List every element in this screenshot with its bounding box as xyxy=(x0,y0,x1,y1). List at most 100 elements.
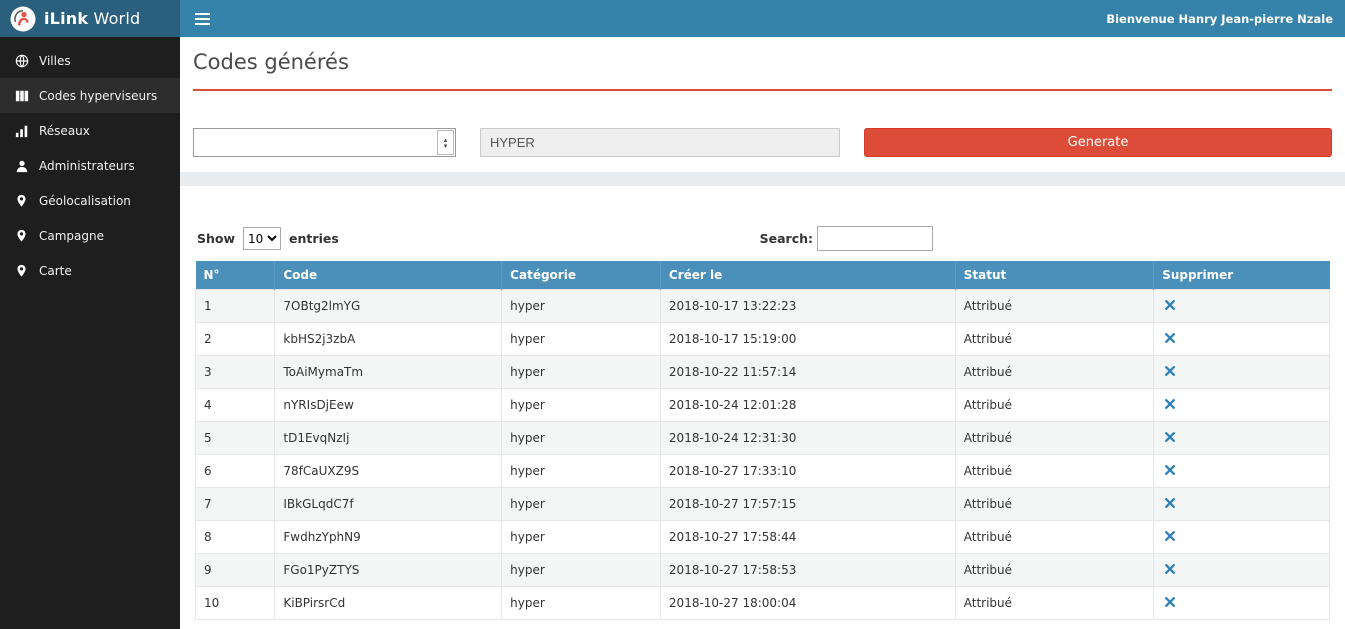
sidebar-item-label: Villes xyxy=(39,54,71,68)
cell-created: 2018-10-17 13:22:23 xyxy=(660,290,955,323)
delete-icon[interactable] xyxy=(1162,397,1178,413)
page-size-control: Show 10 entries xyxy=(197,227,339,250)
map-marker-icon xyxy=(14,194,29,207)
search-label: Search: xyxy=(760,231,813,246)
cell-num: 5 xyxy=(196,422,275,455)
cell-status: Attribué xyxy=(955,422,1153,455)
cell-delete xyxy=(1154,422,1330,455)
cell-delete xyxy=(1154,323,1330,356)
delete-icon[interactable] xyxy=(1162,430,1178,446)
delete-icon[interactable] xyxy=(1162,562,1178,578)
hamburger-menu-icon[interactable] xyxy=(180,0,225,37)
sidebar-item-label: Réseaux xyxy=(39,124,90,138)
map-marker-icon xyxy=(14,264,29,277)
cell-category: hyper xyxy=(502,422,661,455)
table-row: 10KiBPirsrCdhyper2018-10-27 18:00:04Attr… xyxy=(196,587,1330,620)
cell-category: hyper xyxy=(502,389,661,422)
cell-code: FwdhzYphN9 xyxy=(275,521,502,554)
cell-code: 7OBtg2lmYG xyxy=(275,290,502,323)
cell-status: Attribué xyxy=(955,587,1153,620)
cell-created: 2018-10-27 17:58:53 xyxy=(660,554,955,587)
delete-icon[interactable] xyxy=(1162,529,1178,545)
delete-icon[interactable] xyxy=(1162,463,1178,479)
cell-code: tD1EvqNzIj xyxy=(275,422,502,455)
cell-category: hyper xyxy=(502,323,661,356)
cell-code: kbHS2j3zbA xyxy=(275,323,502,356)
signal-icon xyxy=(14,124,29,138)
sidebar-item-campagne[interactable]: Campagne xyxy=(0,218,180,253)
sidebar-item-geolocalisation[interactable]: Géolocalisation xyxy=(0,183,180,218)
sidebar-item-label: Codes hyperviseurs xyxy=(39,89,157,103)
cell-delete xyxy=(1154,587,1330,620)
cell-code: IBkGLqdC7f xyxy=(275,488,502,521)
quantity-input[interactable] xyxy=(194,129,436,156)
table-row: 4nYRIsDjEewhyper2018-10-24 12:01:28Attri… xyxy=(196,389,1330,422)
sidebar-item-label: Administrateurs xyxy=(39,159,135,173)
delete-icon[interactable] xyxy=(1162,298,1178,314)
page-size-select[interactable]: 10 xyxy=(243,227,281,250)
table-row: 5tD1EvqNzIjhyper2018-10-24 12:31:30Attri… xyxy=(196,422,1330,455)
sidebar-item-villes[interactable]: Villes xyxy=(0,43,180,78)
cell-delete xyxy=(1154,455,1330,488)
table-controls: Show 10 entries Search: xyxy=(197,226,1328,251)
generate-button[interactable]: Generate xyxy=(864,128,1332,157)
column-header-supprimer[interactable]: Supprimer xyxy=(1154,261,1330,290)
table-panel: Show 10 entries Search: N°CodeCatégorieC… xyxy=(180,186,1345,629)
cell-status: Attribué xyxy=(955,356,1153,389)
cell-created: 2018-10-27 17:33:10 xyxy=(660,455,955,488)
cell-category: hyper xyxy=(502,488,661,521)
cell-status: Attribué xyxy=(955,290,1153,323)
sidebar-item-administrateurs[interactable]: Administrateurs xyxy=(0,148,180,183)
cell-code: KiBPirsrCd xyxy=(275,587,502,620)
cell-num: 1 xyxy=(196,290,275,323)
sidebar-item-label: Campagne xyxy=(39,229,104,243)
cell-status: Attribué xyxy=(955,323,1153,356)
cell-status: Attribué xyxy=(955,455,1153,488)
quantity-spinner[interactable]: ▴ ▾ xyxy=(437,130,454,155)
cell-category: hyper xyxy=(502,290,661,323)
columns-icon xyxy=(14,89,29,103)
column-header-n-[interactable]: N° xyxy=(196,261,275,290)
delete-icon[interactable] xyxy=(1162,364,1178,380)
delete-icon[interactable] xyxy=(1162,331,1178,347)
user-icon xyxy=(14,159,29,173)
codes-table: N°CodeCatégorieCréer leStatutSupprimer 1… xyxy=(195,261,1330,620)
table-row: 17OBtg2lmYGhyper2018-10-17 13:22:23Attri… xyxy=(196,290,1330,323)
cell-created: 2018-10-27 18:00:04 xyxy=(660,587,955,620)
brand-logo[interactable]: iLink World xyxy=(0,0,180,37)
search-control: Search: xyxy=(760,226,933,251)
cell-created: 2018-10-27 17:58:44 xyxy=(660,521,955,554)
delete-icon[interactable] xyxy=(1162,496,1178,512)
cell-num: 2 xyxy=(196,323,275,356)
table-row: 7IBkGLqdC7fhyper2018-10-27 17:57:15Attri… xyxy=(196,488,1330,521)
welcome-text: Bienvenue Hanry Jean-pierre Nzale xyxy=(1106,12,1345,26)
sidebar-item-reseaux[interactable]: Réseaux xyxy=(0,113,180,148)
cell-category: hyper xyxy=(502,554,661,587)
cell-num: 9 xyxy=(196,554,275,587)
cell-category: hyper xyxy=(502,356,661,389)
sidebar-item-codes-hyperviseurs[interactable]: Codes hyperviseurs xyxy=(0,78,180,113)
cell-code: 78fCaUXZ9S xyxy=(275,455,502,488)
cell-delete xyxy=(1154,488,1330,521)
cell-num: 8 xyxy=(196,521,275,554)
cell-delete xyxy=(1154,389,1330,422)
page-title: Codes générés xyxy=(193,50,1332,74)
column-header-statut[interactable]: Statut xyxy=(955,261,1153,290)
search-input[interactable] xyxy=(817,226,933,251)
table-row: 8FwdhzYphN9hyper2018-10-27 17:58:44Attri… xyxy=(196,521,1330,554)
navbar: Bienvenue Hanry Jean-pierre Nzale xyxy=(180,0,1345,37)
column-header-creer-le[interactable]: Créer le xyxy=(660,261,955,290)
cell-created: 2018-10-22 11:57:14 xyxy=(660,356,955,389)
column-header-code[interactable]: Code xyxy=(275,261,502,290)
main-content: Codes générés ▴ ▾ Generate Show 10 xyxy=(180,37,1345,629)
sidebar-item-carte[interactable]: Carte xyxy=(0,253,180,288)
column-header-categorie[interactable]: Catégorie xyxy=(502,261,661,290)
cell-code: ToAiMymaTm xyxy=(275,356,502,389)
cell-created: 2018-10-24 12:31:30 xyxy=(660,422,955,455)
show-label: Show xyxy=(197,231,235,246)
sidebar-item-label: Carte xyxy=(39,264,72,278)
cell-status: Attribué xyxy=(955,389,1153,422)
cell-delete xyxy=(1154,356,1330,389)
delete-icon[interactable] xyxy=(1162,595,1178,611)
brand-name: iLink World xyxy=(44,9,140,28)
